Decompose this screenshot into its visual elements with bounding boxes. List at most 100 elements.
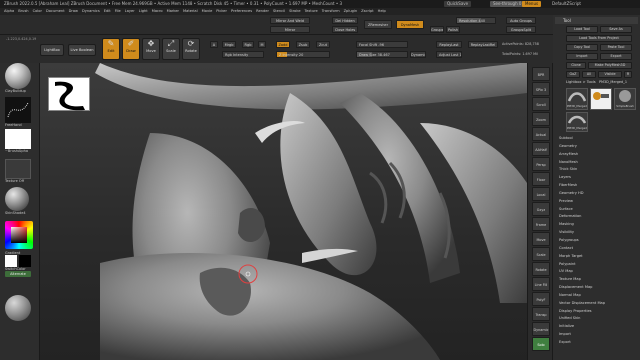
menu-movie[interactable]: Movie	[202, 8, 213, 15]
tool-thumb-4[interactable]: PM3D_Merged_1	[566, 112, 588, 132]
subpalette-contact[interactable]: Contact	[559, 245, 637, 253]
a-button[interactable]: A	[210, 41, 218, 48]
z-intensity-slider[interactable]: Z Intensity 20	[276, 51, 330, 58]
view-button-frame[interactable]: Frame	[532, 217, 550, 231]
save-as-button[interactable]: Save As	[600, 26, 632, 33]
tool-thumb-3[interactable]: SimpleBrush	[614, 88, 636, 110]
subpalette-polygroups[interactable]: Polygroups	[559, 237, 637, 245]
subpalette-arraymesh[interactable]: ArrayMesh	[559, 151, 637, 159]
subpalette-normal-map[interactable]: Normal Map	[559, 292, 637, 300]
view-button-solo[interactable]: Solo	[532, 337, 550, 351]
copy-tool-button[interactable]: Copy Tool	[566, 44, 598, 51]
quicksave-button[interactable]: QuickSave	[444, 1, 472, 7]
subpalette-display-properties[interactable]: Display Properties	[559, 308, 637, 316]
menu-layer[interactable]: Layer	[125, 8, 135, 15]
subpalette-masking[interactable]: Masking	[559, 221, 637, 229]
rgb-button[interactable]: Rgb	[242, 41, 254, 48]
subpalette-deformation[interactable]: Deformation	[559, 213, 637, 221]
view-button-zoom[interactable]: Zoom	[532, 112, 550, 126]
tool-palette-title[interactable]: Tool	[555, 17, 638, 24]
view-button-local[interactable]: Local	[532, 187, 550, 201]
subpalette-fibermesh[interactable]: FiberMesh	[559, 182, 637, 190]
all-button[interactable]: All	[582, 71, 596, 78]
focal-shift-slider[interactable]: Focal Shift -96	[356, 41, 408, 48]
load-tools-from-project-button[interactable]: Load Tools From Project	[566, 35, 632, 42]
edit-button[interactable]: ✎ Edit	[102, 38, 120, 60]
load-tool-button[interactable]: Load Tool	[566, 26, 598, 33]
secondary-color-swatch[interactable]	[19, 255, 31, 267]
make-polymesh-button[interactable]: Make PolyMesh3D	[588, 62, 632, 69]
groups-split-button[interactable]: GroupsSplit	[506, 26, 536, 33]
view-button-bpr[interactable]: BPR	[532, 67, 550, 81]
menu-transform[interactable]: Transform	[322, 8, 340, 15]
view-button-aahalf[interactable]: AAHalf	[532, 142, 550, 156]
zremesher-button[interactable]: ZRemesher	[364, 20, 392, 29]
view-button-polyf[interactable]: PolyF	[532, 292, 550, 306]
view-button-floor[interactable]: Floor	[532, 172, 550, 186]
brush-selector[interactable]: ClayBuildup	[5, 63, 35, 93]
alternate-button[interactable]: Alternate	[5, 271, 31, 277]
texture-selector[interactable]: Texture Off	[5, 159, 35, 183]
subpalette-preview[interactable]: Preview	[559, 198, 637, 206]
view-button-spix-3[interactable]: SPix 3	[532, 82, 550, 96]
rotate-button[interactable]: ⟳ Rotate	[182, 38, 200, 60]
zadd-button[interactable]: Zadd	[276, 41, 290, 48]
rgb-intensity-slider[interactable]: Rgb Intensity	[222, 51, 264, 58]
view-button-transp[interactable]: Transp	[532, 307, 550, 321]
stroke-selector[interactable]: FreeHand	[5, 97, 35, 127]
menu-stroke[interactable]: Stroke	[289, 8, 300, 15]
mrgb-button[interactable]: Mrgb	[222, 41, 236, 48]
draw-button[interactable]: ✐ Draw	[122, 38, 140, 60]
menu-stencil[interactable]: Stencil	[273, 8, 285, 15]
main-color-swatch[interactable]	[5, 255, 17, 267]
subpalette-geometry[interactable]: Geometry	[559, 143, 637, 151]
subpalette-texture-map[interactable]: Texture Map	[559, 276, 637, 284]
subpalette-vector-displacement-map[interactable]: Vector Displacement Map	[559, 300, 637, 308]
subpalette-uv-map[interactable]: UV Map	[559, 268, 637, 276]
view-button-scroll[interactable]: Scroll	[532, 97, 550, 111]
view-button-gxyz[interactable]: Gxyz	[532, 202, 550, 216]
default-zscript-button[interactable]: DefaultZScript	[552, 0, 581, 8]
m-button[interactable]: M	[258, 41, 266, 48]
mirror-and-weld-button[interactable]: Mirror And Weld	[270, 17, 310, 24]
visible-button[interactable]: Visible	[598, 71, 622, 78]
r-button[interactable]: R	[624, 71, 632, 78]
adjust-last-slider[interactable]: Adjust Last 1	[436, 51, 462, 58]
view-button-persp[interactable]: Persp	[532, 157, 550, 171]
dynamic-button[interactable]: Dynamic	[410, 51, 426, 58]
goz-button[interactable]: GoZ	[566, 71, 580, 78]
close-holes-button[interactable]: Close Holes	[332, 26, 358, 33]
subpalette-geometry-hd[interactable]: Geometry HD	[559, 190, 637, 198]
subpalette-initialize[interactable]: Initialize	[559, 323, 637, 331]
material-selector[interactable]: SkinShade4	[5, 187, 35, 215]
zcut-button[interactable]: Zcut	[316, 41, 330, 48]
menu-help[interactable]: Help	[378, 8, 386, 15]
menu-material[interactable]: Material	[183, 8, 198, 15]
menu-draw[interactable]: Draw	[69, 8, 78, 15]
resolution-slider[interactable]: Resolution 440	[456, 17, 496, 24]
polish-button[interactable]: Polish	[446, 26, 460, 33]
menu-edit[interactable]: Edit	[104, 8, 111, 15]
menu-render[interactable]: Render	[256, 8, 269, 15]
color-picker[interactable]	[5, 221, 35, 249]
subpalette-morph-target[interactable]: Morph Target	[559, 253, 637, 261]
view-button-actual[interactable]: Actual	[532, 127, 550, 141]
clone-button[interactable]: Clone	[566, 62, 586, 69]
replay-last-button[interactable]: ReplayLast	[436, 41, 462, 48]
menu-zplugin[interactable]: Zplugin	[344, 8, 358, 15]
subpalette-layers[interactable]: Layers	[559, 174, 637, 182]
paste-tool-button[interactable]: Paste Tool	[600, 44, 632, 51]
replay-last-rel-button[interactable]: ReplayLastRel	[468, 41, 498, 48]
menu-brush[interactable]: Brush	[18, 8, 28, 15]
subpalette-nanomesh[interactable]: NanoMesh	[559, 159, 637, 167]
view-button-dynamic[interactable]: Dynamic	[532, 322, 550, 336]
del-hidden-button[interactable]: Del Hidden	[332, 17, 358, 24]
menu-marker[interactable]: Marker	[167, 8, 179, 15]
subpalette-thick-skin[interactable]: Thick Skin	[559, 166, 637, 174]
move-button[interactable]: ✥ Move	[142, 38, 160, 60]
draw-size-slider[interactable]: Draw Size 38.467	[356, 51, 408, 58]
menu-picker[interactable]: Picker	[216, 8, 227, 15]
import-button[interactable]: Import	[566, 53, 598, 60]
live-boolean-button[interactable]: Live Boolean	[68, 44, 96, 56]
menu-color[interactable]: Color	[33, 8, 42, 15]
